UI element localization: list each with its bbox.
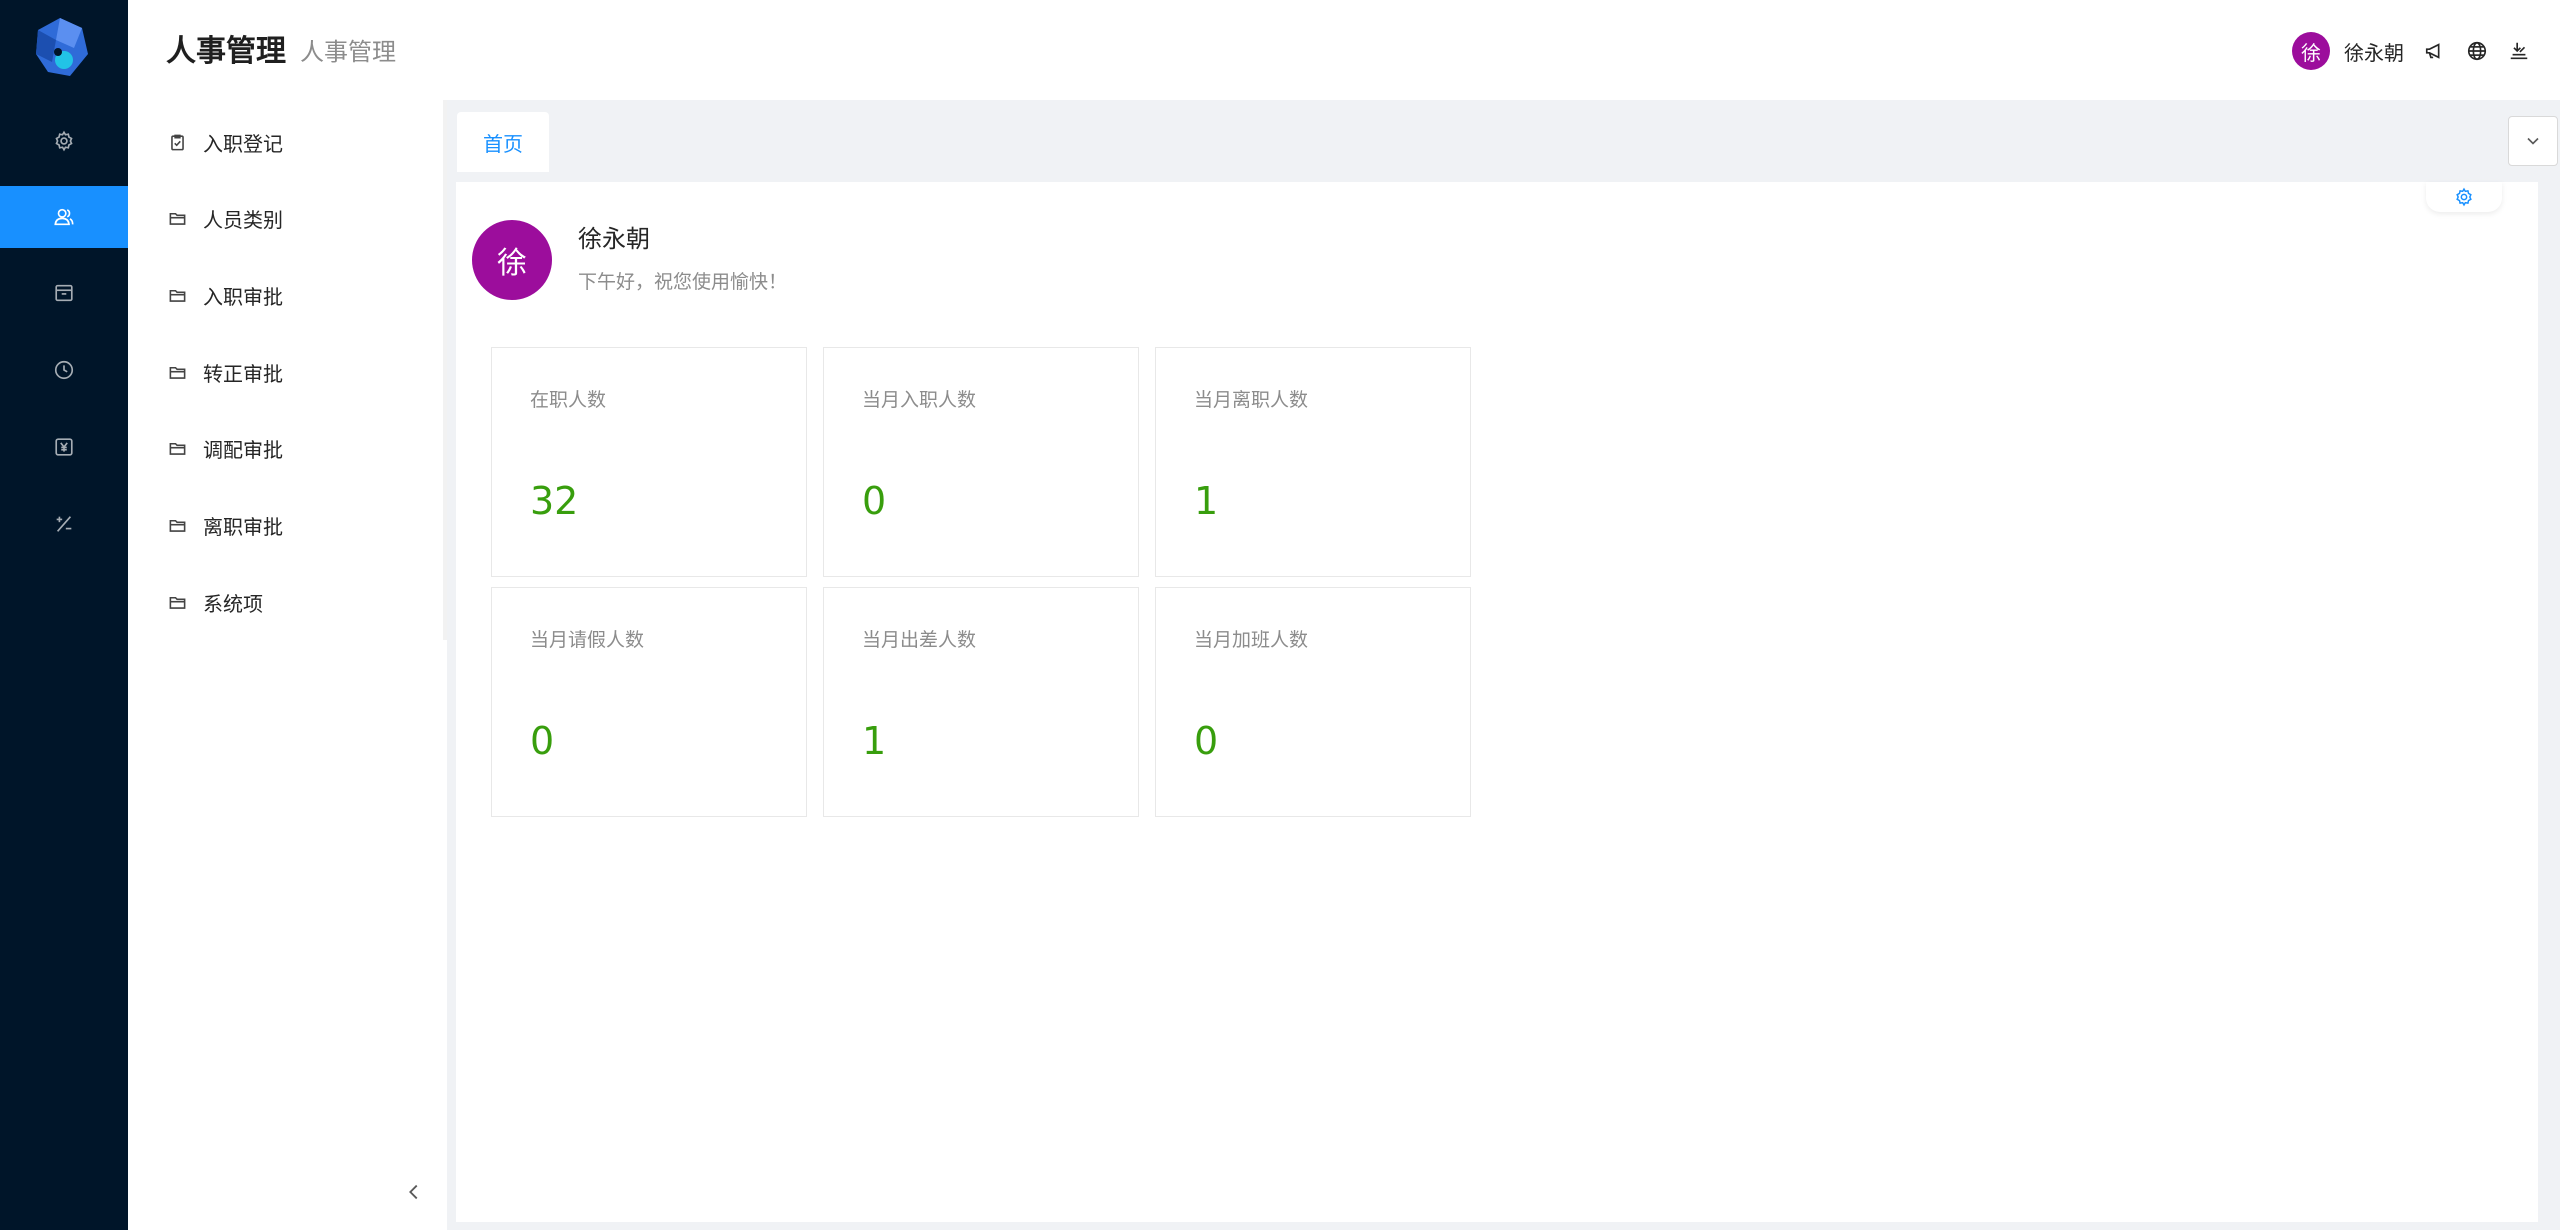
box-icon xyxy=(55,284,73,302)
submenu-item-label: 调配审批 xyxy=(203,437,283,462)
stat-label: 当月加班人数 xyxy=(1194,629,1309,651)
tabs-bar: 首页 xyxy=(447,100,2560,176)
stat-label: 在职人数 xyxy=(530,389,607,411)
stat-label: 当月出差人数 xyxy=(862,629,977,651)
user-name[interactable]: 徐永朝 xyxy=(2344,37,2404,66)
header-toolbar: 徐 徐永朝 xyxy=(2292,31,2530,71)
rail-item-clock[interactable] xyxy=(0,339,128,401)
stat-card-monthly-onboarding: 当月入职人数 0 xyxy=(823,347,1139,577)
submenu-item-resignation-approval[interactable]: 离职审批 xyxy=(128,487,444,563)
home-panel: 徐 徐永朝 下午好，祝您使用愉快！ 在职人数 32 当月入职人数 0 当月离职人… xyxy=(456,182,2538,1222)
stat-card-monthly-leave: 当月请假人数 0 xyxy=(491,587,807,817)
stat-value: 0 xyxy=(862,479,887,523)
plus-minus-icon xyxy=(56,516,72,532)
stat-label: 当月离职人数 xyxy=(1194,389,1309,411)
user-avatar[interactable]: 徐 xyxy=(2292,32,2330,70)
stat-label: 当月入职人数 xyxy=(862,389,977,411)
submenu-item-system-items[interactable]: 系统项 xyxy=(128,564,444,640)
folder-icon xyxy=(169,442,186,455)
submenu-item-label: 离职审批 xyxy=(203,514,283,539)
folder-icon xyxy=(169,366,186,379)
stat-card-monthly-business-trip: 当月出差人数 1 xyxy=(823,587,1139,817)
submenu-item-onboarding-register[interactable]: 入职登记 xyxy=(128,104,444,180)
stat-card-monthly-resignation: 当月离职人数 1 xyxy=(1155,347,1471,577)
page-title: 人事管理 xyxy=(166,34,286,69)
panel-settings-button[interactable] xyxy=(2426,182,2502,212)
stat-value: 32 xyxy=(530,479,579,523)
rail-item-users[interactable] xyxy=(0,186,128,248)
app-rail xyxy=(0,0,128,1230)
stat-label: 当月请假人数 xyxy=(530,629,645,651)
yen-icon xyxy=(55,438,73,456)
rail-item-settings[interactable] xyxy=(0,110,128,172)
submenu-item-label: 转正审批 xyxy=(203,361,283,386)
page-subtitle: 人事管理 xyxy=(300,38,396,66)
submenu-item-transfer-approval[interactable]: 调配审批 xyxy=(128,410,444,486)
welcome-name: 徐永朝 xyxy=(578,225,650,253)
submenu-item-label: 人员类别 xyxy=(203,207,283,232)
secondary-menu: 入职登记 人员类别 入职审批 转正审批 调配审批 离职审批 系统项 xyxy=(128,100,444,1230)
settings-icon xyxy=(2456,187,2472,207)
tabs-dropdown-button[interactable] xyxy=(2508,116,2558,166)
tab-home[interactable]: 首页 xyxy=(457,112,549,172)
clock-icon xyxy=(54,360,74,380)
folder-icon xyxy=(169,519,186,532)
submenu-item-regularization-approval[interactable]: 转正审批 xyxy=(128,334,444,410)
folder-icon xyxy=(169,212,186,225)
folder-icon xyxy=(169,289,186,302)
submenu-item-staff-category[interactable]: 人员类别 xyxy=(128,180,444,256)
globe-icon[interactable] xyxy=(2466,40,2488,62)
submenu-item-label: 入职登记 xyxy=(203,131,283,156)
settings-icon xyxy=(55,130,73,152)
submenu-item-onboarding-approval[interactable]: 入职审批 xyxy=(128,257,444,333)
rail-item-calc[interactable] xyxy=(0,493,128,555)
collapse-menu-button[interactable] xyxy=(402,1178,426,1206)
welcome-message: 下午好，祝您使用愉快！ xyxy=(578,271,788,293)
clipboard-icon xyxy=(171,134,184,150)
submenu-item-label: 入职审批 xyxy=(203,284,283,309)
submenu-item-label: 系统项 xyxy=(203,591,263,616)
folder-icon xyxy=(169,596,186,609)
notification-icon[interactable] xyxy=(2424,40,2446,62)
chevron-left-icon xyxy=(409,1184,418,1200)
stat-value: 1 xyxy=(1194,479,1219,523)
app-logo-icon[interactable] xyxy=(30,14,96,84)
rail-item-box[interactable] xyxy=(0,262,128,324)
stat-value: 0 xyxy=(1194,719,1219,763)
users-icon xyxy=(54,208,74,226)
stat-card-employees: 在职人数 32 xyxy=(491,347,807,577)
stat-card-monthly-overtime: 当月加班人数 0 xyxy=(1155,587,1471,817)
stat-value: 1 xyxy=(862,719,887,763)
stat-value: 0 xyxy=(530,719,555,763)
welcome-avatar: 徐 xyxy=(472,220,552,300)
rail-item-finance[interactable] xyxy=(0,416,128,478)
download-icon[interactable] xyxy=(2508,40,2530,62)
chevron-down-icon xyxy=(2527,137,2539,145)
